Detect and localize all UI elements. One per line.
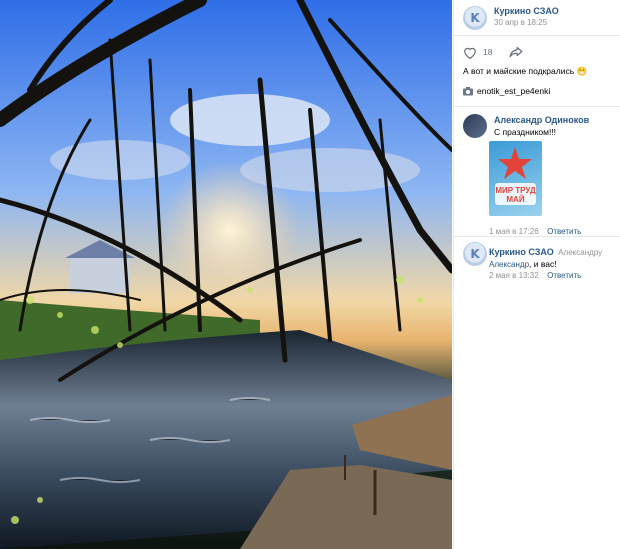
- likes-count: 18: [483, 47, 493, 57]
- comment-date[interactable]: 2 мая в 13:32: [489, 271, 539, 280]
- reply-button[interactable]: Ответить: [547, 227, 581, 236]
- community-avatar[interactable]: K: [463, 242, 487, 266]
- post-date[interactable]: 30 апр в 18:25: [494, 18, 615, 27]
- postcard-text: МИР ТРУД МАЙ: [495, 186, 536, 204]
- post-sidebar: K Куркино СЗАО 30 апр в 18:25 18 А вот и…: [453, 0, 620, 549]
- camera-icon: [463, 87, 473, 96]
- divider: [454, 236, 620, 237]
- like-button[interactable]: 18: [463, 46, 492, 59]
- comment-date[interactable]: 1 мая в 17:26: [489, 227, 539, 236]
- tag-text: enotik_est_pe4enki: [477, 86, 551, 96]
- post-author[interactable]: Куркино СЗАО: [494, 6, 615, 16]
- comment-text: С праздником!!!: [494, 127, 557, 137]
- post-caption: А вот и майские подкрались 😁: [463, 66, 588, 76]
- community-avatar[interactable]: K: [463, 6, 487, 30]
- comment-footer: 2 мая в 13:32 Ответить: [489, 265, 581, 283]
- comment-author[interactable]: Александр Одиноков: [494, 115, 589, 125]
- k-logo: K: [470, 11, 480, 25]
- reply-to[interactable]: Александру: [558, 248, 602, 257]
- k-logo: K: [470, 247, 480, 261]
- share-icon: [509, 46, 523, 58]
- commenter-avatar[interactable]: [463, 114, 487, 138]
- post-photo[interactable]: [0, 0, 452, 549]
- share-button[interactable]: [509, 45, 523, 63]
- photo-tag[interactable]: enotik_est_pe4enki: [463, 86, 550, 97]
- divider: [454, 35, 620, 36]
- heart-icon: [464, 47, 476, 59]
- reply-button[interactable]: Ответить: [547, 271, 581, 280]
- star-icon: [495, 147, 536, 205]
- divider: [454, 106, 620, 107]
- landscape-photo: [0, 0, 452, 549]
- postcard-sticker[interactable]: МИР ТРУД МАЙ: [489, 141, 542, 216]
